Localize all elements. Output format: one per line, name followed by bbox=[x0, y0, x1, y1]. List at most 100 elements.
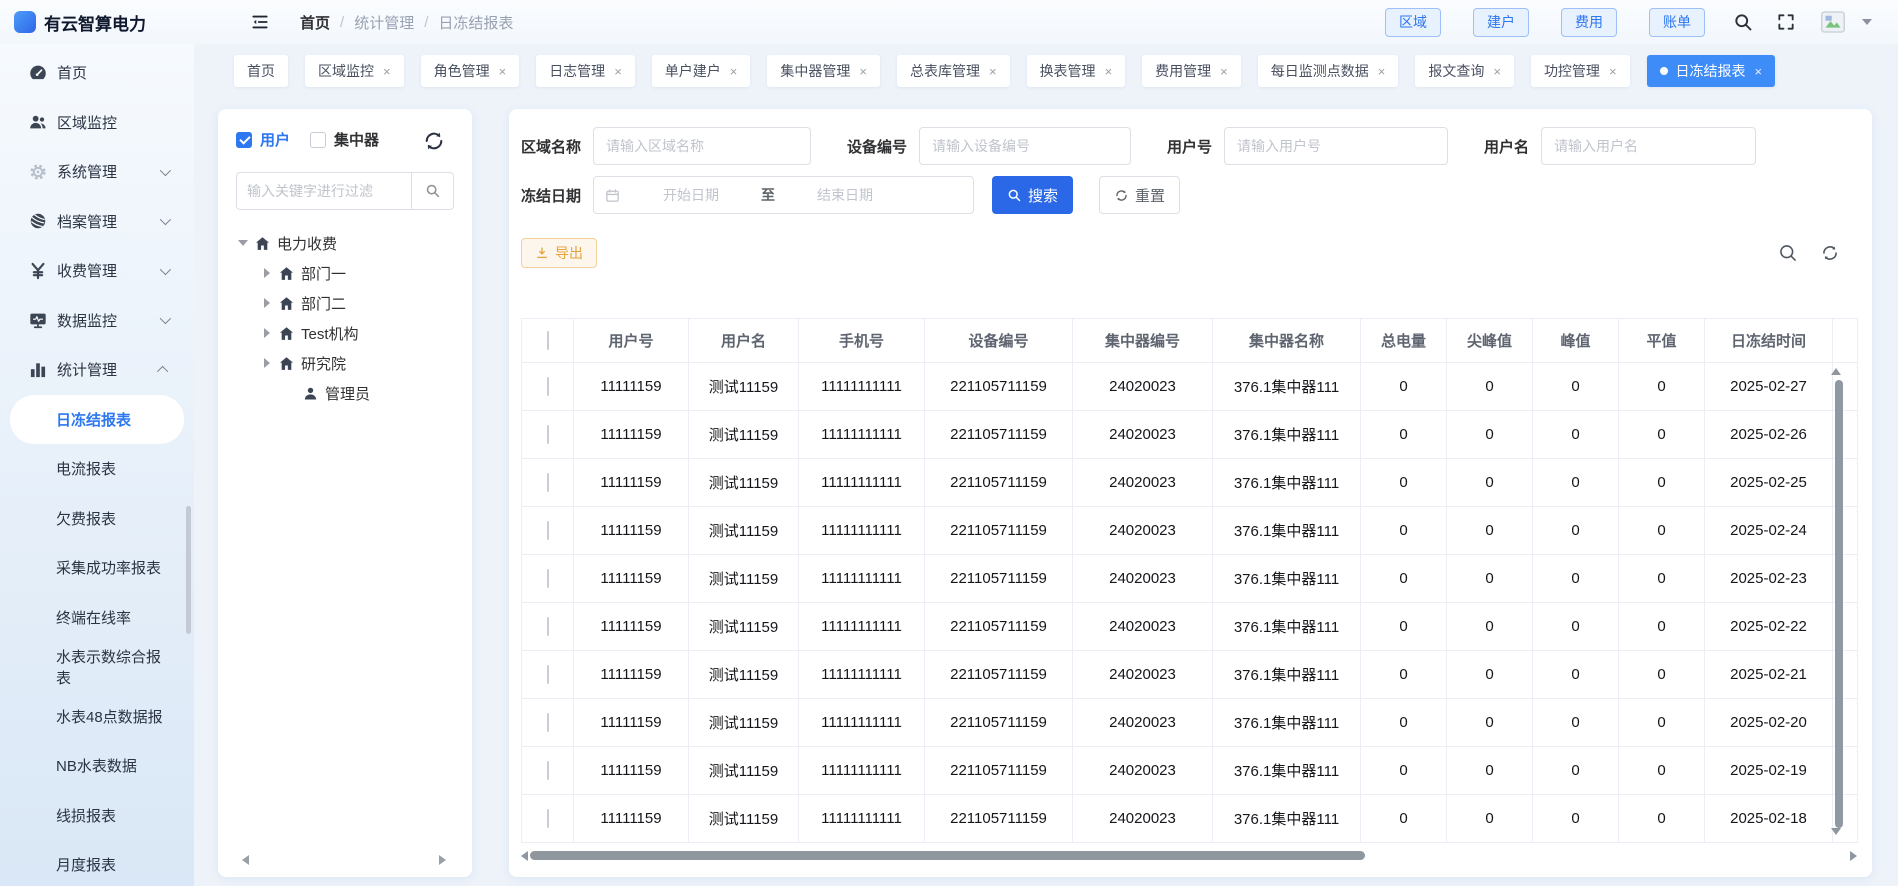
concentrator-checkbox-label[interactable]: 集中器 bbox=[334, 129, 379, 150]
fullscreen-icon[interactable] bbox=[1776, 12, 1796, 32]
row-checkbox[interactable] bbox=[547, 617, 549, 636]
sidebar-subitem-水表48点数据报[interactable]: 水表48点数据报 bbox=[0, 692, 194, 742]
tab-换表管理[interactable]: 换表管理× bbox=[1027, 55, 1126, 87]
end-date-input[interactable] bbox=[781, 187, 909, 203]
zoom-search-icon[interactable] bbox=[1778, 243, 1798, 263]
tree-node-Test机构[interactable]: Test机构 bbox=[236, 318, 454, 348]
select-all-checkbox[interactable] bbox=[547, 331, 549, 350]
sidebar-item-系统管理[interactable]: 系统管理 bbox=[0, 147, 194, 197]
row-checkbox[interactable] bbox=[547, 569, 549, 588]
tree-caret-down-icon[interactable] bbox=[236, 240, 250, 246]
device-no-input[interactable] bbox=[919, 127, 1131, 165]
row-checkbox[interactable] bbox=[547, 665, 549, 684]
concentrator-checkbox[interactable] bbox=[310, 132, 326, 148]
tree-scroll-left-arrow[interactable] bbox=[242, 855, 249, 865]
sidebar-item-区域监控[interactable]: 区域监控 bbox=[0, 98, 194, 148]
avatar-dropdown-caret[interactable] bbox=[1862, 19, 1872, 25]
sidebar-subitem-NB水表数据[interactable]: NB水表数据 bbox=[0, 741, 194, 791]
sidebar-subitem-终端在线率[interactable]: 终端在线率 bbox=[0, 593, 194, 643]
row-checkbox[interactable] bbox=[547, 713, 549, 732]
create-account-button[interactable]: 建户 bbox=[1473, 8, 1529, 37]
sidebar-item-首页[interactable]: 首页 bbox=[0, 48, 194, 98]
tree-node-电力收费[interactable]: 电力收费 bbox=[236, 228, 454, 258]
date-range-picker[interactable]: 至 bbox=[593, 176, 974, 214]
tab-close-icon[interactable]: × bbox=[499, 65, 507, 78]
tab-费用管理[interactable]: 费用管理× bbox=[1142, 55, 1241, 87]
tab-close-icon[interactable]: × bbox=[1378, 65, 1386, 78]
refresh-table-icon[interactable] bbox=[1820, 243, 1840, 263]
search-icon[interactable] bbox=[1733, 12, 1754, 33]
tab-close-icon[interactable]: × bbox=[730, 65, 738, 78]
tab-总表库管理[interactable]: 总表库管理× bbox=[897, 55, 1010, 87]
tab-首页[interactable]: 首页 bbox=[234, 55, 288, 87]
tree-caret-right-icon[interactable] bbox=[260, 328, 274, 338]
tree-search-button[interactable] bbox=[411, 173, 453, 209]
sidebar-subitem-日冻结报表[interactable]: 日冻结报表 bbox=[10, 395, 184, 445]
tab-close-icon[interactable]: × bbox=[989, 65, 997, 78]
search-button[interactable]: 搜索 bbox=[992, 176, 1073, 214]
tab-close-icon[interactable]: × bbox=[1105, 65, 1113, 78]
tab-close-icon[interactable]: × bbox=[1220, 65, 1228, 78]
user-name-input[interactable] bbox=[1541, 127, 1756, 165]
tab-集中器管理[interactable]: 集中器管理× bbox=[767, 55, 880, 87]
reset-button[interactable]: 重置 bbox=[1099, 176, 1180, 214]
area-name-input[interactable] bbox=[593, 127, 811, 165]
hscroll-left-arrow[interactable] bbox=[521, 851, 528, 861]
hscroll-right-arrow[interactable] bbox=[1850, 851, 1857, 861]
sidebar-item-收费管理[interactable]: 收费管理 bbox=[0, 246, 194, 296]
tab-日冻结报表[interactable]: 日冻结报表× bbox=[1647, 55, 1776, 87]
tab-close-icon[interactable]: × bbox=[859, 65, 867, 78]
tree-refresh-icon[interactable] bbox=[422, 129, 446, 153]
sidebar-subitem-采集成功率报表[interactable]: 采集成功率报表 bbox=[0, 543, 194, 593]
tree-caret-right-icon[interactable] bbox=[260, 358, 274, 368]
row-checkbox[interactable] bbox=[547, 521, 549, 540]
tree-node-部门一[interactable]: 部门一 bbox=[236, 258, 454, 288]
user-no-input[interactable] bbox=[1224, 127, 1448, 165]
tree-node-研究院[interactable]: 研究院 bbox=[236, 348, 454, 378]
breadcrumb-stats[interactable]: 统计管理 bbox=[354, 12, 414, 33]
tab-角色管理[interactable]: 角色管理× bbox=[421, 55, 520, 87]
sidebar-subitem-月度报表[interactable]: 月度报表 bbox=[0, 840, 194, 886]
sidebar-subitem-电流报表[interactable]: 电流报表 bbox=[0, 444, 194, 494]
table-vertical-scrollbar[interactable] bbox=[1835, 380, 1843, 828]
row-checkbox[interactable] bbox=[547, 425, 549, 444]
sidebar-item-数据监控[interactable]: 数据监控 bbox=[0, 296, 194, 346]
fee-button[interactable]: 费用 bbox=[1561, 8, 1617, 37]
sidebar-item-档案管理[interactable]: 档案管理 bbox=[0, 197, 194, 247]
sidebar-item-统计管理[interactable]: 统计管理 bbox=[0, 345, 194, 395]
tab-单户建户[interactable]: 单户建户× bbox=[652, 55, 751, 87]
row-checkbox[interactable] bbox=[547, 809, 549, 828]
tab-每日监测点数据[interactable]: 每日监测点数据× bbox=[1258, 55, 1399, 87]
sidebar-subitem-线损报表[interactable]: 线损报表 bbox=[0, 791, 194, 841]
breadcrumb-home[interactable]: 首页 bbox=[300, 12, 330, 33]
sidebar-subitem-水表示数综合报表[interactable]: 水表示数综合报表 bbox=[0, 642, 194, 692]
tab-close-icon[interactable]: × bbox=[383, 65, 391, 78]
row-checkbox[interactable] bbox=[547, 761, 549, 780]
region-button[interactable]: 区域 bbox=[1385, 8, 1441, 37]
tab-功控管理[interactable]: 功控管理× bbox=[1531, 55, 1630, 87]
tab-close-icon[interactable]: × bbox=[1609, 65, 1617, 78]
row-checkbox[interactable] bbox=[547, 473, 549, 492]
user-checkbox-label[interactable]: 用户 bbox=[260, 129, 290, 150]
tab-close-icon[interactable]: × bbox=[1755, 65, 1763, 78]
table-scroll-up-arrow[interactable] bbox=[1831, 368, 1841, 375]
bill-button[interactable]: 账单 bbox=[1649, 8, 1705, 37]
tab-日志管理[interactable]: 日志管理× bbox=[536, 55, 635, 87]
tree-caret-right-icon[interactable] bbox=[260, 298, 274, 308]
table-horizontal-scrollbar[interactable] bbox=[530, 851, 1365, 860]
tree-node-部门二[interactable]: 部门二 bbox=[236, 288, 454, 318]
tree-search-input[interactable] bbox=[237, 183, 411, 199]
start-date-input[interactable] bbox=[627, 187, 755, 203]
tree-scroll-right-arrow[interactable] bbox=[439, 855, 446, 865]
user-avatar[interactable] bbox=[1818, 7, 1872, 37]
tree-node-管理员[interactable]: 管理员 bbox=[236, 378, 454, 408]
user-checkbox[interactable] bbox=[236, 132, 252, 148]
export-button[interactable]: 导出 bbox=[521, 238, 597, 268]
tab-close-icon[interactable]: × bbox=[1493, 65, 1501, 78]
tab-区域监控[interactable]: 区域监控× bbox=[305, 55, 404, 87]
table-scroll-down-arrow[interactable] bbox=[1831, 828, 1841, 835]
tree-caret-right-icon[interactable] bbox=[260, 268, 274, 278]
sidebar-subitem-欠费报表[interactable]: 欠费报表 bbox=[0, 494, 194, 544]
tab-close-icon[interactable]: × bbox=[614, 65, 622, 78]
sidebar-scrollbar[interactable] bbox=[186, 506, 191, 634]
